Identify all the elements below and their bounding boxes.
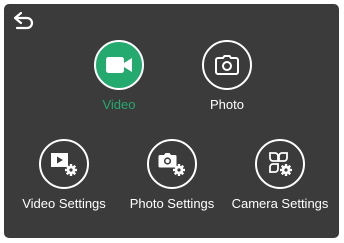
photo-mode-button[interactable]	[202, 40, 252, 90]
camera-settings-label: Camera Settings	[231, 196, 329, 211]
photo-settings-button[interactable]	[147, 139, 197, 189]
camera-menu-screen: Video Photo Video Settings Photo Setting…	[4, 4, 339, 238]
video-settings-button[interactable]	[39, 139, 89, 189]
camera-settings-button[interactable]	[255, 139, 305, 189]
camera-icon	[215, 55, 239, 75]
photo-settings-icon	[158, 153, 185, 176]
video-mode-button[interactable]	[94, 40, 144, 90]
photo-label: Photo	[210, 97, 244, 112]
back-button[interactable]	[12, 10, 36, 32]
back-arrow-icon	[13, 11, 34, 30]
video-camera-icon	[106, 57, 132, 73]
video-settings-icon	[51, 153, 77, 176]
camera-settings-icon	[269, 152, 292, 176]
